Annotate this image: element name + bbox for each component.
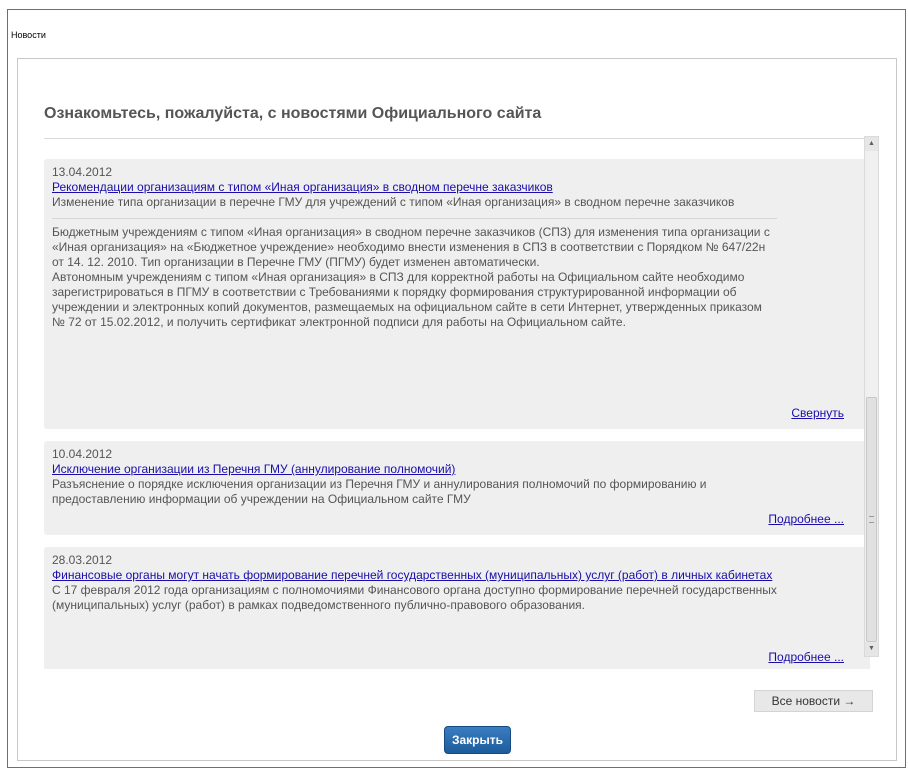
news-summary: Изменение типа организации в перечне ГМУ… — [52, 195, 735, 209]
news-summary: С 17 февраля 2012 года организациям с по… — [52, 583, 777, 612]
news-dialog: Ознакомьтесь, пожалуйста, с новостями Оф… — [17, 58, 897, 761]
news-item: 13.04.2012 Рекомендации организациям с т… — [44, 159, 870, 429]
news-date: 28.03.2012 — [52, 553, 113, 567]
collapse-link[interactable]: Свернуть — [791, 406, 844, 421]
news-detail-paragraph: Бюджетным учреждениям с типом «Иная орга… — [52, 225, 770, 269]
dialog-heading: Ознакомьтесь, пожалуйста, с новостями Оф… — [44, 105, 542, 122]
news-scrollbar[interactable]: ▲ ▼ — [864, 136, 879, 657]
news-title-link[interactable]: Рекомендации организациям с типом «Иная … — [52, 180, 787, 195]
close-button[interactable]: Закрыть — [444, 726, 511, 754]
triangle-up-icon[interactable]: ▲ — [865, 137, 878, 151]
news-item: 28.03.2012 Финансовые органы могут начат… — [44, 547, 870, 669]
triangle-down-icon[interactable]: ▼ — [865, 642, 878, 656]
news-detail-paragraph: Автономным учреждениям с типом «Иная орг… — [52, 270, 762, 329]
news-item: 10.04.2012 Исключение организации из Пер… — [44, 441, 870, 535]
news-list: 13.04.2012 Рекомендации организациям с т… — [44, 147, 882, 669]
news-title-link[interactable]: Финансовые органы могут начать формирова… — [52, 568, 787, 583]
news-date: 13.04.2012 — [52, 165, 113, 179]
news-detail: Бюджетным учреждениям с типом «Иная орга… — [52, 218, 777, 330]
window-title: Новости — [11, 30, 46, 40]
news-summary: Разъяснение о порядке исключения организ… — [52, 477, 707, 506]
grip-icon — [869, 516, 874, 523]
news-date: 10.04.2012 — [52, 447, 113, 461]
more-link[interactable]: Подробнее ... — [768, 650, 844, 665]
heading-divider — [44, 138, 874, 139]
more-link[interactable]: Подробнее ... — [768, 512, 844, 527]
news-title-link[interactable]: Исключение организации из Перечня ГМУ (а… — [52, 462, 787, 477]
all-news-button[interactable]: Все новости → — [754, 690, 873, 712]
scrollbar-thumb[interactable] — [866, 397, 877, 642]
news-window: Новости Ознакомьтесь, пожалуйста, с ново… — [7, 9, 906, 768]
